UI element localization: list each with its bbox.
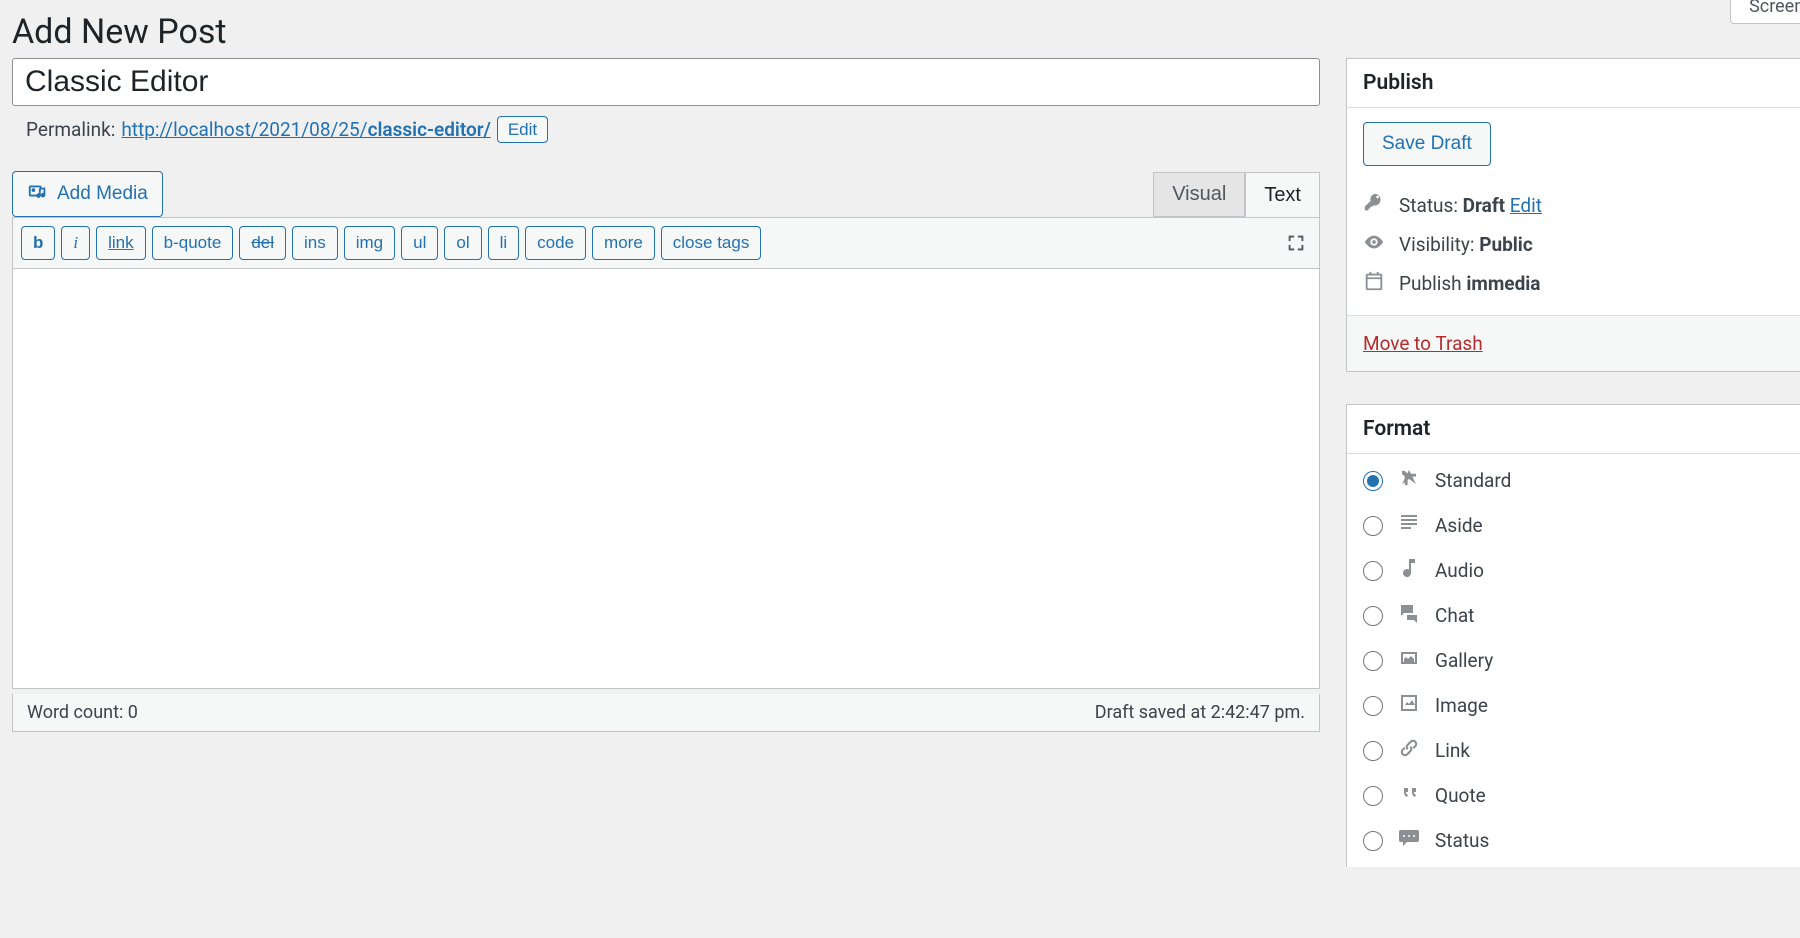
post-title-input[interactable] bbox=[12, 58, 1320, 106]
format-item-quote[interactable]: Quote bbox=[1347, 773, 1800, 818]
editor-main: Permalink: http://localhost/2021/08/25/c… bbox=[12, 58, 1320, 732]
publish-actions: Save Draft bbox=[1347, 108, 1800, 180]
format-label: Aside bbox=[1435, 514, 1483, 537]
status-icon bbox=[1397, 826, 1421, 855]
format-item-link[interactable]: Link bbox=[1347, 728, 1800, 773]
format-item-aside[interactable]: Aside bbox=[1347, 503, 1800, 548]
publish-status-row: Status: Draft Edit bbox=[1347, 180, 1800, 219]
publish-schedule-row: Publish immedia bbox=[1347, 258, 1800, 297]
format-item-audio[interactable]: Audio bbox=[1347, 548, 1800, 593]
edit-status-link[interactable]: Edit bbox=[1510, 194, 1542, 217]
save-draft-button[interactable]: Save Draft bbox=[1363, 122, 1491, 166]
format-label: Status bbox=[1435, 829, 1489, 852]
qt-bquote[interactable]: b-quote bbox=[152, 226, 234, 260]
qt-del[interactable]: del bbox=[239, 226, 286, 260]
autosave-status: Draft saved at 2:42:47 pm. bbox=[1095, 702, 1305, 723]
format-radio-quote[interactable] bbox=[1363, 786, 1383, 806]
editor-toolbar: b i link b-quote del ins img ul ol li co… bbox=[13, 218, 1319, 268]
format-radio-audio[interactable] bbox=[1363, 561, 1383, 581]
qt-ol[interactable]: ol bbox=[444, 226, 481, 260]
add-media-button[interactable]: Add Media bbox=[12, 171, 163, 217]
format-item-image[interactable]: Image bbox=[1347, 683, 1800, 728]
edit-permalink-button[interactable]: Edit bbox=[497, 116, 548, 143]
qt-link[interactable]: link bbox=[96, 226, 146, 260]
permalink-row: Permalink: http://localhost/2021/08/25/c… bbox=[12, 106, 1320, 143]
format-radio-gallery[interactable] bbox=[1363, 651, 1383, 671]
eye-icon bbox=[1363, 231, 1385, 258]
format-radio-status[interactable] bbox=[1363, 831, 1383, 851]
gallery-icon bbox=[1397, 646, 1421, 675]
image-icon bbox=[1397, 691, 1421, 720]
move-to-trash-link[interactable]: Move to Trash bbox=[1363, 332, 1483, 355]
publish-visibility-row: Visibility: Public bbox=[1347, 219, 1800, 258]
format-radio-image[interactable] bbox=[1363, 696, 1383, 716]
format-label: Standard bbox=[1435, 469, 1511, 492]
format-item-chat[interactable]: Chat bbox=[1347, 593, 1800, 638]
qt-li[interactable]: li bbox=[488, 226, 520, 260]
word-count: Word count: 0 bbox=[27, 702, 138, 723]
qt-close-tags[interactable]: close tags bbox=[661, 226, 762, 260]
format-item-gallery[interactable]: Gallery bbox=[1347, 638, 1800, 683]
media-toolbar-row: Add Media Visual Text bbox=[12, 171, 1320, 217]
page-title: Add New Post bbox=[0, 0, 1800, 62]
format-label: Audio bbox=[1435, 559, 1484, 582]
editor-tabs: Visual Text bbox=[1153, 172, 1320, 217]
publish-box-title: Publish bbox=[1347, 59, 1800, 108]
fullscreen-icon[interactable] bbox=[1285, 232, 1307, 254]
calendar-icon bbox=[1363, 270, 1385, 297]
format-list: Standard Aside Audio Chat Gallery Image Link Qu… bbox=[1347, 454, 1800, 867]
right-sidebar: Publish Save Draft Status: Draft Edit Vi… bbox=[1346, 58, 1800, 899]
tab-visual[interactable]: Visual bbox=[1153, 172, 1245, 217]
publish-box: Publish Save Draft Status: Draft Edit Vi… bbox=[1346, 58, 1800, 372]
screen-options-label: Screen O bbox=[1749, 0, 1800, 17]
tab-text[interactable]: Text bbox=[1245, 172, 1320, 217]
qt-img[interactable]: img bbox=[344, 226, 395, 260]
format-label: Quote bbox=[1435, 784, 1486, 807]
format-label: Chat bbox=[1435, 604, 1474, 627]
qt-ins[interactable]: ins bbox=[292, 226, 338, 260]
permalink-slug: classic-editor/ bbox=[368, 118, 491, 141]
format-radio-link[interactable] bbox=[1363, 741, 1383, 761]
link-icon bbox=[1397, 736, 1421, 765]
qt-more[interactable]: more bbox=[592, 226, 655, 260]
permalink-base: http://localhost/2021/08/25/ bbox=[121, 118, 367, 141]
aside-icon bbox=[1397, 511, 1421, 540]
qt-ul[interactable]: ul bbox=[401, 226, 438, 260]
qt-code[interactable]: code bbox=[525, 226, 586, 260]
format-label: Gallery bbox=[1435, 649, 1493, 672]
format-item-status[interactable]: Status bbox=[1347, 818, 1800, 863]
format-box-title: Format bbox=[1347, 405, 1800, 454]
format-radio-aside[interactable] bbox=[1363, 516, 1383, 536]
chat-icon bbox=[1397, 601, 1421, 630]
quicktag-buttons: b i link b-quote del ins img ul ol li co… bbox=[21, 226, 761, 260]
permalink-label: Permalink: bbox=[26, 118, 115, 141]
format-radio-standard[interactable] bbox=[1363, 471, 1383, 491]
screen-options-tab[interactable]: Screen O bbox=[1730, 0, 1800, 24]
editor-status-bar: Word count: 0 Draft saved at 2:42:47 pm. bbox=[12, 694, 1320, 732]
quote-icon bbox=[1397, 781, 1421, 810]
permalink-link[interactable]: http://localhost/2021/08/25/classic-edit… bbox=[121, 118, 490, 141]
audio-icon bbox=[1397, 556, 1421, 585]
trash-row: Move to Trash bbox=[1347, 315, 1800, 371]
key-icon bbox=[1363, 192, 1385, 219]
format-radio-chat[interactable] bbox=[1363, 606, 1383, 626]
content-textarea[interactable] bbox=[12, 269, 1320, 689]
camera-music-icon bbox=[27, 180, 49, 208]
format-item-standard[interactable]: Standard bbox=[1347, 458, 1800, 503]
format-box: Format Standard Aside Audio Chat Gallery Imag… bbox=[1346, 404, 1800, 867]
add-media-label: Add Media bbox=[57, 183, 148, 205]
format-label: Link bbox=[1435, 739, 1470, 762]
qt-italic[interactable]: i bbox=[61, 226, 90, 260]
editor-toolbar-wrap: b i link b-quote del ins img ul ol li co… bbox=[12, 217, 1320, 269]
format-label: Image bbox=[1435, 694, 1488, 717]
standard-icon bbox=[1397, 466, 1421, 495]
qt-bold[interactable]: b bbox=[21, 226, 55, 260]
